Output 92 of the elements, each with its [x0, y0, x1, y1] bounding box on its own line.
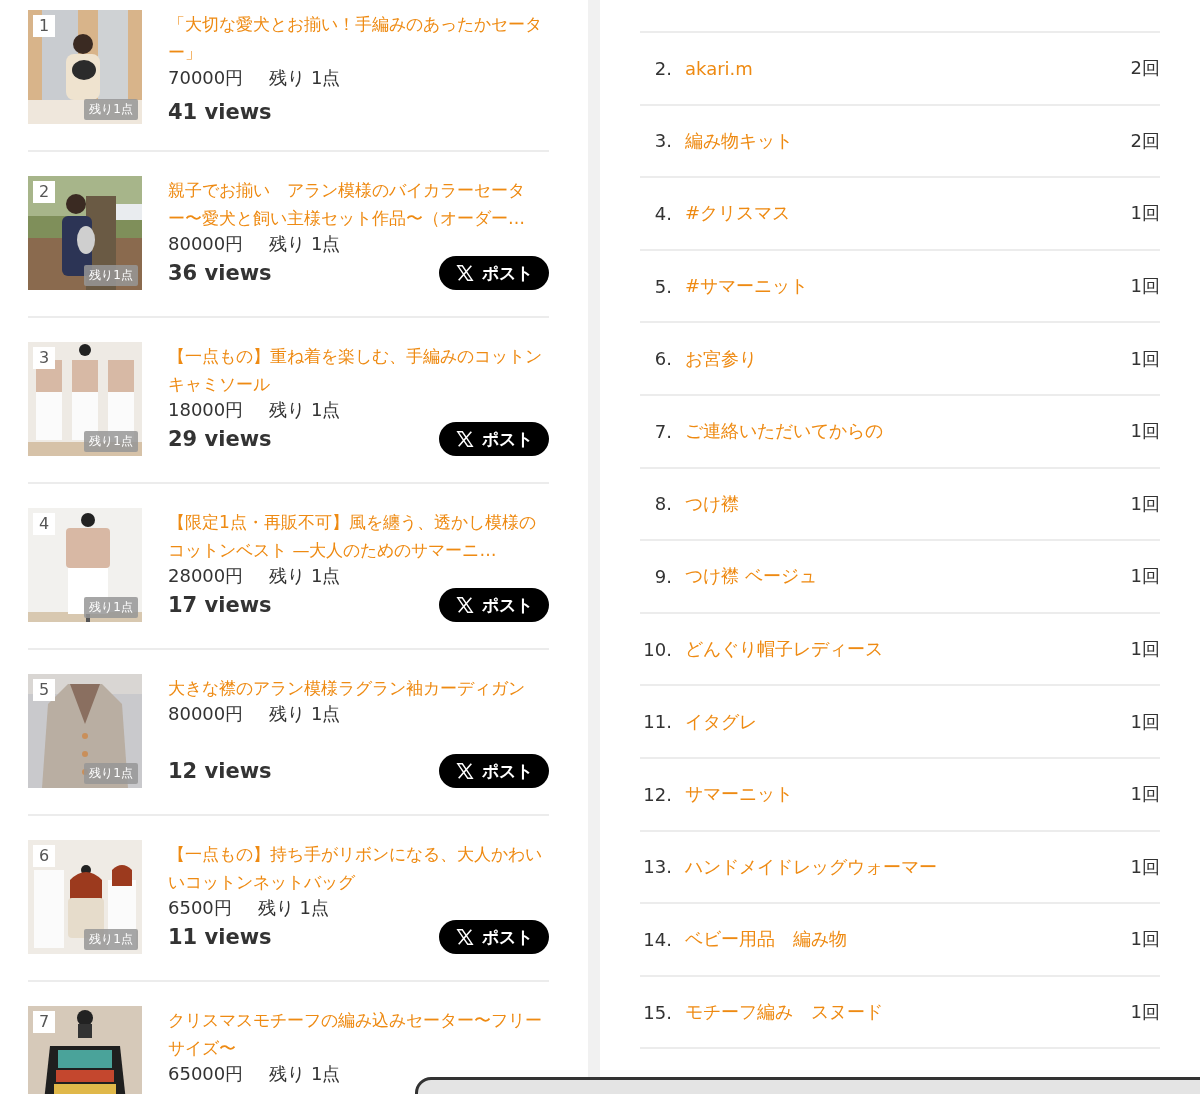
rank-number: 5.	[653, 275, 672, 297]
count-text: 1回	[1130, 1000, 1160, 1024]
rank-number: 7	[33, 1011, 55, 1033]
keyword-link[interactable]: ベビー用品 編み物	[685, 927, 1131, 952]
rank-number: 7.	[653, 420, 672, 442]
stock-text: 残り 1点	[269, 232, 341, 256]
view-count: 41 views	[168, 100, 272, 124]
stock-text: 残り 1点	[269, 1062, 341, 1086]
rank-number: 3.	[653, 130, 672, 152]
product-title-link[interactable]: クリスマスモチーフの編み込みセーター〜フリーサイズ〜	[168, 1006, 549, 1062]
stock-badge: 残り1点	[84, 597, 138, 618]
keyword-link[interactable]: ハンドメイドレッグウォーマー	[685, 854, 1131, 879]
x-logo-icon	[455, 762, 474, 780]
product-title-link[interactable]: 大きな襟のアラン模様ラグラン袖カーディガン	[168, 674, 549, 702]
rank-number: 14.	[642, 928, 672, 950]
keyword-link[interactable]: つけ襟 ベージュ	[685, 564, 1131, 589]
stock-badge: 残り1点	[84, 265, 138, 286]
count-text: 1回	[1130, 854, 1160, 879]
product-title-link[interactable]: 親子でお揃い アラン模様のバイカラーセーター〜愛犬と飼い主様セット作品〜（オーダー…	[168, 176, 549, 232]
rank-number: 6	[33, 845, 55, 867]
rank-number: 12.	[642, 783, 672, 805]
rank-number: 2.	[653, 57, 672, 79]
stock-text: 残り 1点	[269, 564, 341, 588]
count-text: 1回	[1130, 782, 1160, 807]
keyword-link[interactable]: モチーフ編み スヌード	[685, 1000, 1131, 1024]
keyword-link[interactable]: #クリスマス	[685, 201, 1131, 226]
view-count: 36 views	[168, 261, 272, 285]
stock-badge: 残り1点	[84, 763, 138, 784]
product-title-link[interactable]: 「大切な愛犬とお揃い！手編みのあったかセーター」	[168, 10, 549, 66]
price-text: 80000円	[168, 702, 244, 726]
rank-number: 13.	[642, 856, 672, 878]
price-text: 28000円	[168, 564, 244, 588]
keyword-link[interactable]: どんぐり帽子レディース	[685, 637, 1131, 662]
count-text: 1回	[1130, 201, 1160, 226]
rank-number: 10.	[642, 638, 672, 660]
keyword-link[interactable]: #サマーニット	[685, 274, 1131, 299]
product-title-link[interactable]: 【一点もの】重ね着を楽しむ、手編みのコットンキャミソール	[168, 342, 549, 398]
rank-number: 4.	[653, 203, 672, 224]
keyword-link[interactable]: akari.m	[685, 57, 1131, 79]
view-count: 12 views	[168, 759, 272, 783]
stock-text: 残り 1点	[269, 398, 341, 422]
price-text: 18000円	[168, 398, 244, 422]
rank-number: 2	[33, 181, 55, 203]
post-button[interactable]: ポスト	[439, 422, 549, 456]
stock-text: 残り 1点	[257, 896, 329, 920]
keyword-link[interactable]: 編み物キット	[685, 128, 1131, 153]
keyword-link[interactable]: お宮参り	[685, 346, 1131, 371]
keyword-link[interactable]: イタグレ	[685, 709, 1131, 734]
x-logo-icon	[455, 596, 474, 614]
rank-number: 9.	[653, 565, 672, 587]
price-text: 6500円	[168, 896, 232, 920]
post-button[interactable]: ポスト	[439, 920, 549, 954]
count-text: 1回	[1130, 491, 1160, 516]
stock-text: 残り 1点	[269, 702, 341, 726]
count-text: 1回	[1130, 637, 1160, 662]
rank-number: 1	[33, 15, 55, 37]
rank-number: 11.	[642, 711, 672, 733]
count-text: 1回	[1130, 927, 1160, 952]
count-text: 2回	[1130, 128, 1160, 153]
x-logo-icon	[455, 264, 474, 282]
post-button[interactable]: ポスト	[439, 754, 549, 788]
rank-number: 15.	[642, 1001, 672, 1023]
keyword-link[interactable]: サマーニット	[685, 782, 1131, 807]
view-count: 29 views	[168, 427, 272, 451]
x-logo-icon	[455, 928, 474, 946]
view-count: 17 views	[168, 593, 272, 617]
keyword-link[interactable]: ご連絡いただいてからの	[685, 419, 1131, 444]
count-text: 1回	[1130, 709, 1160, 734]
rank-number: 3	[33, 347, 55, 369]
rank-number: 4	[33, 513, 55, 535]
product-title-link[interactable]: 【一点もの】持ち手がリボンになる、大人かわいいコットンネットバッグ	[168, 840, 549, 896]
rank-number: 5	[33, 679, 55, 701]
keyword-link[interactable]: つけ襟	[685, 491, 1131, 516]
count-text: 1回	[1130, 419, 1160, 444]
count-text: 1回	[1130, 564, 1160, 589]
view-count: 11 views	[168, 925, 272, 949]
price-text: 70000円	[168, 66, 244, 90]
post-button[interactable]: ポスト	[439, 256, 549, 290]
stock-badge: 残り1点	[84, 431, 138, 452]
product-title-link[interactable]: 【限定1点・再販不可】風を纏う、透かし模様のコットンベスト —大人のためのサマーニ…	[168, 508, 549, 564]
rank-number: 8.	[653, 493, 672, 515]
post-button[interactable]: ポスト	[439, 588, 549, 622]
x-logo-icon	[455, 430, 474, 448]
price-text: 80000円	[168, 232, 244, 256]
stock-text: 残り 1点	[269, 66, 341, 90]
count-text: 1回	[1130, 274, 1160, 299]
price-text: 65000円	[168, 1062, 244, 1086]
count-text: 1回	[1130, 346, 1160, 371]
count-text: 2回	[1130, 56, 1160, 81]
stock-badge: 残り1点	[84, 99, 138, 120]
rank-number: 6.	[653, 348, 672, 370]
stock-badge: 残り1点	[84, 929, 138, 950]
